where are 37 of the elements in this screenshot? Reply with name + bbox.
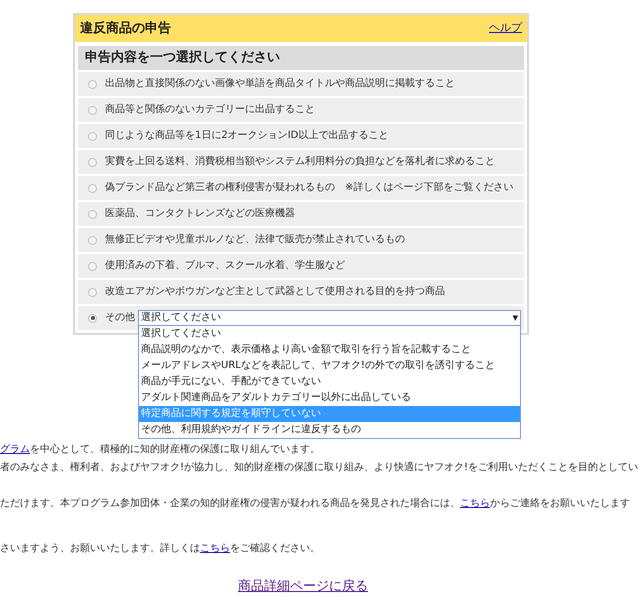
radio-button[interactable] [88,184,97,192]
radio-button[interactable] [88,288,97,296]
option-label: 医薬品、コンタクトレンズなどの医療機器 [105,206,295,221]
dropdown-option[interactable]: 商品説明のなかで、表示価格より高い金額で取引を行う旨を記載すること [139,342,520,358]
help-link[interactable]: ヘルプ [489,20,522,37]
option-label: 出品物と直接関係のない画像や単語を商品タイトルや商品説明に掲載すること [105,76,455,91]
radio-button[interactable] [88,236,97,244]
radio-button[interactable] [88,106,97,114]
paragraph-text: グラムを中心として、積極的に知的財産権の保護に取り組んでいます。 [0,442,321,457]
dropdown-option[interactable]: メールアドレスやURLなどを表記して、ヤフオク!の外での取引を誘引すること [139,358,520,374]
option-label: 改造エアガンやボウガンなど主として武器として使用される目的を持つ商品 [105,284,445,299]
text-link[interactable]: こちら [200,543,230,554]
dialog-title: 違反商品の申告 [80,20,171,38]
radio-button[interactable] [88,210,97,218]
radio-button[interactable] [88,262,97,270]
dropdown-option[interactable]: 商品が手元にない、手配ができていない [139,374,520,390]
radio-button[interactable] [88,80,97,88]
radio-button[interactable] [88,314,97,322]
dropdown-option[interactable]: アダルト関連商品をアダルトカテゴリー以外に出品している [139,390,520,406]
text-link[interactable]: グラム [0,444,30,455]
dropdown-option[interactable]: 選択してください [139,326,520,342]
option-label: 無修正ビデオや児童ポルノなど、法律で販売が禁止されているもの [105,232,405,247]
paragraph-text: ただけます。本プログラム参加団体・企業の知的財産権の侵害が疑われる商品を発見された場合には、こちらからご連絡をお願いいたします [0,496,631,511]
section-heading: 申告内容を一つ選択してください [78,46,524,70]
paragraph-text: さいますよう、お願いいたします。詳しくはこちら をご確認ください。 [0,542,321,556]
radio-button[interactable] [88,132,97,140]
option-label: 実費を上回る送料、消費税相当額やシステム利用料分の負担などを落札者に求めること [105,154,495,169]
paragraph-text: 者のみなさま、権利者、およびヤフオク!が協力し、知的財産権の保護に取り組み、より快適にヤフオク!をご利用いただくことを目的としてい [0,460,640,475]
option-label: 使用済みの下着、ブルマ、スクール水着、学生服など [105,258,345,273]
text-link[interactable]: こちら [460,498,490,509]
radio-button[interactable] [88,158,97,166]
option-label: 同じような商品等を1日に2オークションID以上で出品すること [105,128,388,143]
dropdown-option[interactable]: その他、利用規約やガイドラインに違反するもの [139,422,520,438]
back-link[interactable]: 商品詳細ページに戻る [238,580,368,593]
option-label: 商品等と関係のないカテゴリーに出品すること [105,102,315,117]
option-label: その他 [105,311,135,325]
option-label: 偽ブランド品など第三者の権利侵害が疑われるもの ※詳しくはページ下部をご覧ください [105,180,514,195]
